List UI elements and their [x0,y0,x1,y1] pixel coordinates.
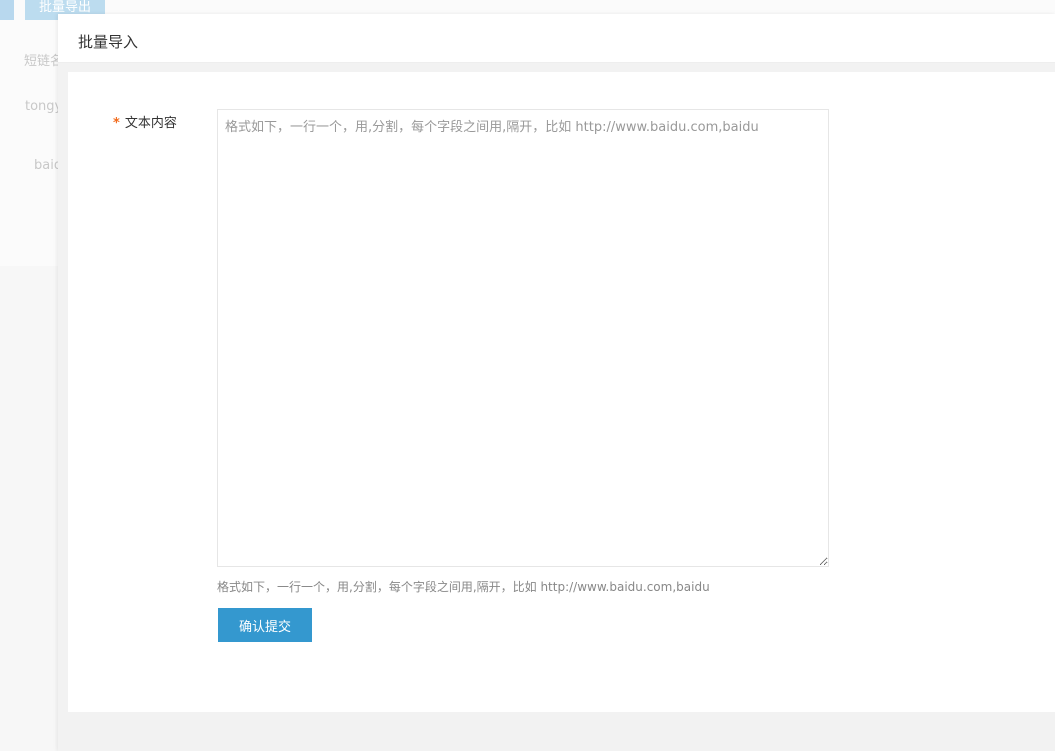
confirm-submit-button[interactable]: 确认提交 [218,608,312,642]
batch-import-modal: 批量导入 * 文本内容 格式如下，一行一个，用,分割，每个字段之间用,隔开，比如 … [58,14,1055,751]
modal-body: * 文本内容 格式如下，一行一个，用,分割，每个字段之间用,隔开，比如 http:… [68,72,1055,712]
required-marker: * [113,116,120,131]
content-label-text: 文本内容 [124,116,177,131]
background-button [0,0,14,20]
content-textarea[interactable] [217,109,829,567]
table-cell: tongy [25,99,63,114]
content-label: * 文本内容 [113,112,177,131]
modal-title: 批量导入 [78,33,139,51]
format-help-text: 格式如下，一行一个，用,分割，每个字段之间用,隔开，比如 http://www.… [217,580,710,594]
modal-header: 批量导入 [58,14,1055,63]
